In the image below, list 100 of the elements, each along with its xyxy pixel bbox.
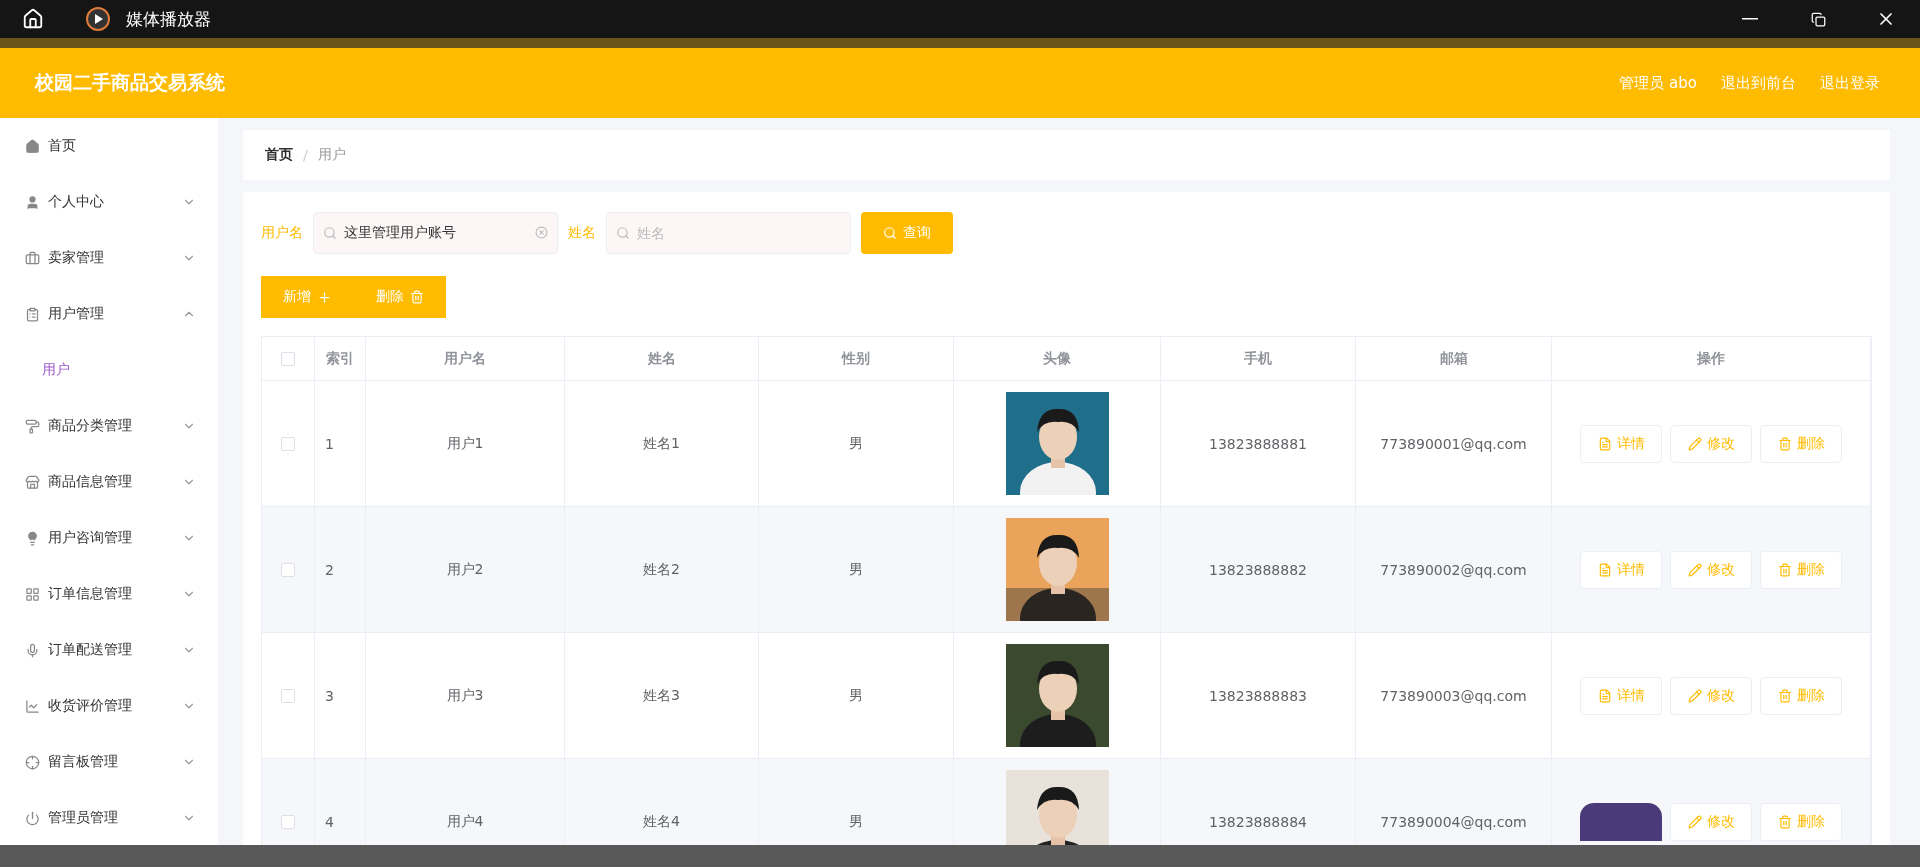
checkbox[interactable]	[281, 688, 295, 703]
table-cell: 13823888882	[1209, 561, 1307, 578]
sidebar-item[interactable]: 用户管理	[0, 286, 218, 342]
table-cell: 姓名1	[643, 434, 680, 453]
detail-button[interactable]: 详情	[1580, 676, 1662, 715]
sidebar-item[interactable]: 订单配送管理	[0, 622, 218, 678]
home-icon[interactable]	[22, 8, 44, 30]
sidebar-item[interactable]: 留言板管理	[0, 734, 218, 790]
admin-name: 管理员 abo	[1619, 73, 1697, 93]
sidebar-item[interactable]: 个人中心	[0, 174, 218, 230]
store-icon	[25, 474, 40, 490]
add-button[interactable]: 新增	[261, 276, 354, 318]
roller-icon	[25, 418, 40, 434]
sidebar-item[interactable]: 管理员管理	[0, 790, 218, 845]
detail-button[interactable]: 详情	[1580, 550, 1662, 589]
lightbulb-icon	[25, 530, 40, 546]
table-cell: 姓名3	[643, 686, 680, 705]
chart-icon	[25, 698, 40, 714]
trash-icon	[1777, 688, 1792, 703]
home-icon	[25, 138, 40, 154]
header-link[interactable]: 退出到前台	[1721, 73, 1796, 93]
checkbox[interactable]	[281, 814, 295, 829]
search-field[interactable]: 这里管理用户账号	[313, 212, 558, 254]
search-icon	[323, 226, 337, 240]
breadcrumb-item: 用户	[317, 146, 346, 164]
trash-icon	[1777, 436, 1792, 451]
checkbox[interactable]	[281, 436, 295, 451]
trash-icon	[1777, 562, 1792, 577]
table-cell: 773890004@qq.com	[1380, 813, 1527, 830]
table-cell: 773890003@qq.com	[1380, 687, 1527, 704]
pencil-icon	[1687, 688, 1702, 703]
breadcrumb-item[interactable]: 首页	[265, 146, 293, 164]
header-link[interactable]: 退出登录	[1820, 73, 1880, 93]
search-icon	[616, 226, 630, 240]
breadcrumb-separator: /	[303, 147, 308, 163]
table-cell: 13823888883	[1209, 687, 1307, 704]
sidebar-item[interactable]: 用户咨询管理	[0, 510, 218, 566]
checkbox[interactable]	[281, 351, 295, 366]
detail-button[interactable]: 详情	[1580, 424, 1662, 463]
document-icon	[1597, 562, 1612, 577]
trash-icon	[410, 290, 424, 304]
edit-button[interactable]: 修改	[1670, 424, 1752, 463]
table-cell: 773890001@qq.com	[1380, 435, 1527, 452]
table-cell: 13823888884	[1209, 813, 1307, 830]
table-cell: 1	[325, 435, 334, 452]
clipboard-icon	[25, 306, 40, 322]
table-cell: 用户1	[446, 434, 484, 453]
microphone-icon	[25, 642, 40, 658]
sidebar-item[interactable]: 卖家管理	[0, 230, 218, 286]
table-cell: 13823888881	[1209, 435, 1307, 452]
edit-button[interactable]: 修改	[1670, 676, 1752, 715]
delete-button[interactable]: 删除	[354, 276, 446, 318]
sidebar-item[interactable]: 订单信息管理	[0, 566, 218, 622]
window-title: 媒体播放器	[126, 7, 211, 31]
app-title: 校园二手商品交易系统	[35, 70, 225, 95]
delete-button[interactable]: 删除	[1760, 676, 1842, 715]
restore-icon	[1810, 11, 1826, 27]
delete-button[interactable]: 删除	[1760, 550, 1842, 589]
search-icon	[883, 226, 897, 240]
field-label: 用户名	[261, 224, 303, 242]
sidebar-item[interactable]: 收货评价管理	[0, 678, 218, 734]
sidebar-item[interactable]: 商品信息管理	[0, 454, 218, 510]
document-icon	[1597, 688, 1612, 703]
power-icon	[25, 810, 40, 826]
table-cell: 姓名2	[643, 560, 680, 579]
checkbox[interactable]	[281, 562, 295, 577]
edit-button[interactable]: 修改	[1670, 802, 1752, 841]
sidebar-item[interactable]: 商品分类管理	[0, 398, 218, 454]
table-cell: 2	[325, 561, 334, 578]
play-icon	[86, 7, 110, 31]
table-cell: 男	[849, 686, 863, 705]
pencil-icon	[1687, 436, 1702, 451]
briefcase-icon	[25, 250, 40, 266]
delete-button[interactable]: 删除	[1760, 424, 1842, 463]
table-cell: 男	[849, 434, 863, 453]
table-cell: 男	[849, 812, 863, 831]
pencil-icon	[1687, 562, 1702, 577]
table-cell: 用户3	[446, 686, 484, 705]
grid-icon	[25, 586, 40, 602]
user-icon	[25, 194, 40, 210]
pencil-icon	[1687, 814, 1702, 829]
sidebar-item[interactable]: 首页	[0, 118, 218, 174]
table-cell: 773890002@qq.com	[1380, 561, 1527, 578]
table-cell: 3	[325, 687, 334, 704]
table-cell: 用户2	[446, 560, 484, 579]
plus-icon	[317, 289, 332, 305]
edit-button[interactable]: 修改	[1670, 550, 1752, 589]
minimize-icon	[1742, 18, 1758, 20]
table-cell: 男	[849, 560, 863, 579]
sidebar-subitem[interactable]: 用户	[0, 342, 218, 398]
table-cell: 4	[325, 813, 334, 830]
table-cell: 用户4	[446, 812, 484, 831]
trash-icon	[1777, 814, 1792, 829]
delete-button[interactable]: 删除	[1760, 802, 1842, 841]
document-icon	[1597, 436, 1612, 451]
crosshair-icon	[25, 754, 40, 770]
clear-icon[interactable]	[535, 226, 548, 239]
search-field[interactable]: 姓名	[606, 212, 851, 254]
search-button[interactable]: 查询	[861, 212, 953, 254]
field-label: 姓名	[568, 224, 596, 242]
